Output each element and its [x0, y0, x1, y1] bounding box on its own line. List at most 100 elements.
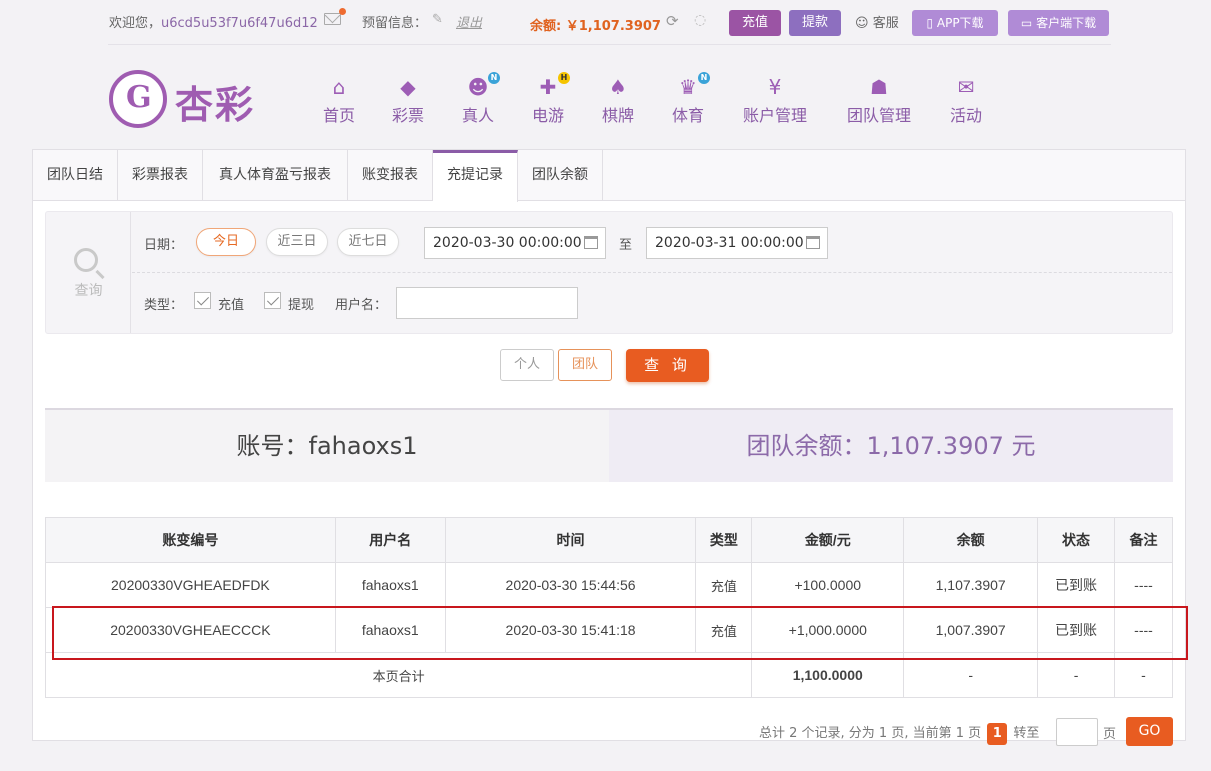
dealer-icon: ☻ N [466, 72, 500, 98]
withdraw-checkbox[interactable] [264, 292, 281, 309]
nav-cards[interactable]: ♠ 棋牌 [601, 76, 635, 126]
nav-live[interactable]: ☻ N 真人 [461, 72, 500, 126]
start-date-input[interactable]: 2020-03-30 00:00:00 [424, 227, 606, 259]
calendar-icon[interactable] [806, 236, 820, 249]
col-header: 备注 [1113, 517, 1174, 563]
client-download-button[interactable]: ▭ 客户端下载 [1008, 10, 1109, 36]
service-label: 客服 [872, 16, 899, 31]
personal-mode-button[interactable]: 个人 [500, 349, 554, 381]
quick-3days-button[interactable]: 近三日 [266, 228, 328, 256]
cell-transaction-id: 20200330VGHEAEDFDK [45, 562, 336, 608]
username-input[interactable] [396, 287, 578, 319]
tab-team-balance[interactable]: 团队余额 [518, 150, 603, 201]
team-mode-button[interactable]: 团队 [558, 349, 612, 381]
tab-live-sports-report[interactable]: 真人体育盈亏报表 [203, 150, 348, 201]
search-icon [74, 248, 98, 272]
nav-egames-label: 电游 [531, 106, 564, 125]
tab-deposit-withdraw-records[interactable]: 充提记录 [433, 150, 518, 202]
nav-lottery-label: 彩票 [391, 106, 424, 125]
search-filter-box: 查询 日期： 今日 近三日 近七日 2020-03-30 00:00:00 至 … [45, 211, 1173, 334]
cell-username: fahaoxs1 [334, 562, 446, 608]
nav-egames[interactable]: ✚ H 电游 [531, 72, 570, 126]
nav-home[interactable]: ⌂ 首页 [322, 76, 356, 126]
withdraw-button[interactable]: 提款 [789, 10, 841, 36]
username-filter-label: 用户名： [335, 298, 388, 313]
app-download-label: APP下载 [936, 16, 984, 30]
nav-cards-label: 棋牌 [601, 106, 634, 125]
search-side-label: 查询 [74, 283, 103, 299]
hide-balance-icon[interactable]: ◌ [694, 12, 706, 28]
page-unit-label: 页 [1103, 727, 1117, 742]
username-label: u6cd5u53f7u6f47u6d12 [161, 16, 318, 31]
gamepad-icon: ✚ H [536, 72, 570, 98]
nav-lottery[interactable]: ◆ 彩票 [391, 76, 425, 126]
filter-divider [132, 272, 1172, 273]
report-tabs: 团队日结 彩票报表 真人体育盈亏报表 账变报表 充提记录 团队余额 [33, 150, 1185, 202]
deposit-button[interactable]: 充值 [729, 10, 781, 36]
nav-account-management[interactable]: ¥ 账户管理 [741, 76, 809, 126]
reserve-info-label: 预留信息： [362, 16, 428, 31]
col-header: 金额/元 [751, 517, 905, 563]
headset-icon: ☺ [855, 16, 869, 31]
col-header: 余额 [903, 517, 1039, 563]
page-number-input[interactable] [1056, 718, 1098, 746]
yen-icon: ¥ [768, 75, 782, 99]
app-download-button[interactable]: ▯ APP下载 [912, 10, 998, 36]
nav-team-management[interactable]: ☗ 团队管理 [845, 76, 913, 126]
customer-service-link[interactable]: ☺ 客服 [855, 12, 899, 31]
tab-account-change[interactable]: 账变报表 [348, 150, 433, 201]
nav-account-label: 账户管理 [742, 106, 807, 125]
logout-link[interactable]: 退出 [456, 12, 482, 31]
quick-7days-button[interactable]: 近七日 [337, 228, 399, 256]
go-button[interactable]: GO [1126, 717, 1173, 746]
highlight-box [52, 606, 1188, 660]
welcome-prefix: 欢迎您， [109, 16, 162, 31]
cell-note: ---- [1113, 562, 1174, 608]
query-button[interactable]: 查 询 [626, 349, 709, 382]
logo-emblem [109, 70, 167, 128]
tab-team-daily[interactable]: 团队日结 [33, 150, 118, 201]
table-row: 20200330VGHEAEDFDK fahaoxs1 2020-03-30 1… [45, 562, 1174, 608]
tab-lottery-report[interactable]: 彩票报表 [118, 150, 203, 201]
ticket-icon: ◆ [400, 75, 416, 99]
cell-time: 2020-03-30 15:44:56 [444, 562, 697, 608]
nav-live-label: 真人 [461, 106, 494, 125]
search-side-panel: 查询 [46, 212, 131, 333]
start-date-value: 2020-03-30 00:00:00 [433, 235, 582, 251]
site-logo[interactable]: 杏彩 [109, 70, 269, 128]
calendar-icon[interactable] [584, 236, 598, 249]
top-bar: 欢迎您，u6cd5u53f7u6f47u6d12 预留信息： ✎ 退出 余额: … [0, 0, 1211, 46]
deposit-checkbox[interactable] [194, 292, 211, 309]
col-header: 状态 [1037, 517, 1115, 563]
pagination-info: 总计 2 个记录, 分为 1 页, 当前第 1 页 [759, 726, 982, 741]
unread-dot [339, 8, 346, 15]
home-icon: ⌂ [332, 75, 346, 99]
date-label: 日期： [144, 238, 184, 253]
cell-balance: 1,107.3907 [903, 562, 1039, 608]
type-label: 类型： [144, 298, 184, 313]
current-page[interactable]: 1 [987, 723, 1008, 745]
nav-promotions[interactable]: ✉ 活动 [949, 76, 983, 126]
quick-today-button[interactable]: 今日 [196, 228, 256, 256]
edit-icon[interactable]: ✎ [432, 12, 443, 27]
trophy-icon: ♛ N [676, 72, 710, 98]
refresh-icon[interactable]: ⟳ [666, 12, 679, 30]
welcome-text: 欢迎您，u6cd5u53f7u6f47u6d12 [109, 12, 318, 31]
cards-icon: ♠ [609, 75, 627, 99]
col-header: 用户名 [334, 517, 446, 563]
team-icon: ☗ [870, 75, 888, 99]
nav-sports[interactable]: ♛ N 体育 [671, 72, 710, 126]
col-header: 账变编号 [45, 517, 336, 563]
goto-label: 转至 [1013, 726, 1040, 741]
nav-home-label: 首页 [322, 106, 355, 125]
new-badge: N [698, 72, 710, 84]
nav-promotions-label: 活动 [949, 106, 982, 125]
new-badge: N [488, 72, 500, 84]
end-date-input[interactable]: 2020-03-31 00:00:00 [646, 227, 828, 259]
nav-team-label: 团队管理 [846, 106, 911, 125]
mail-icon[interactable] [324, 8, 346, 25]
pagination-summary: 总计 2 个记录, 分为 1 页, 当前第 1 页 1 转至 [759, 722, 1039, 745]
cell-amount: +100.0000 [751, 562, 905, 608]
account-name: 账号：fahaoxs1 [45, 410, 609, 482]
date-to-label: 至 [619, 238, 633, 253]
